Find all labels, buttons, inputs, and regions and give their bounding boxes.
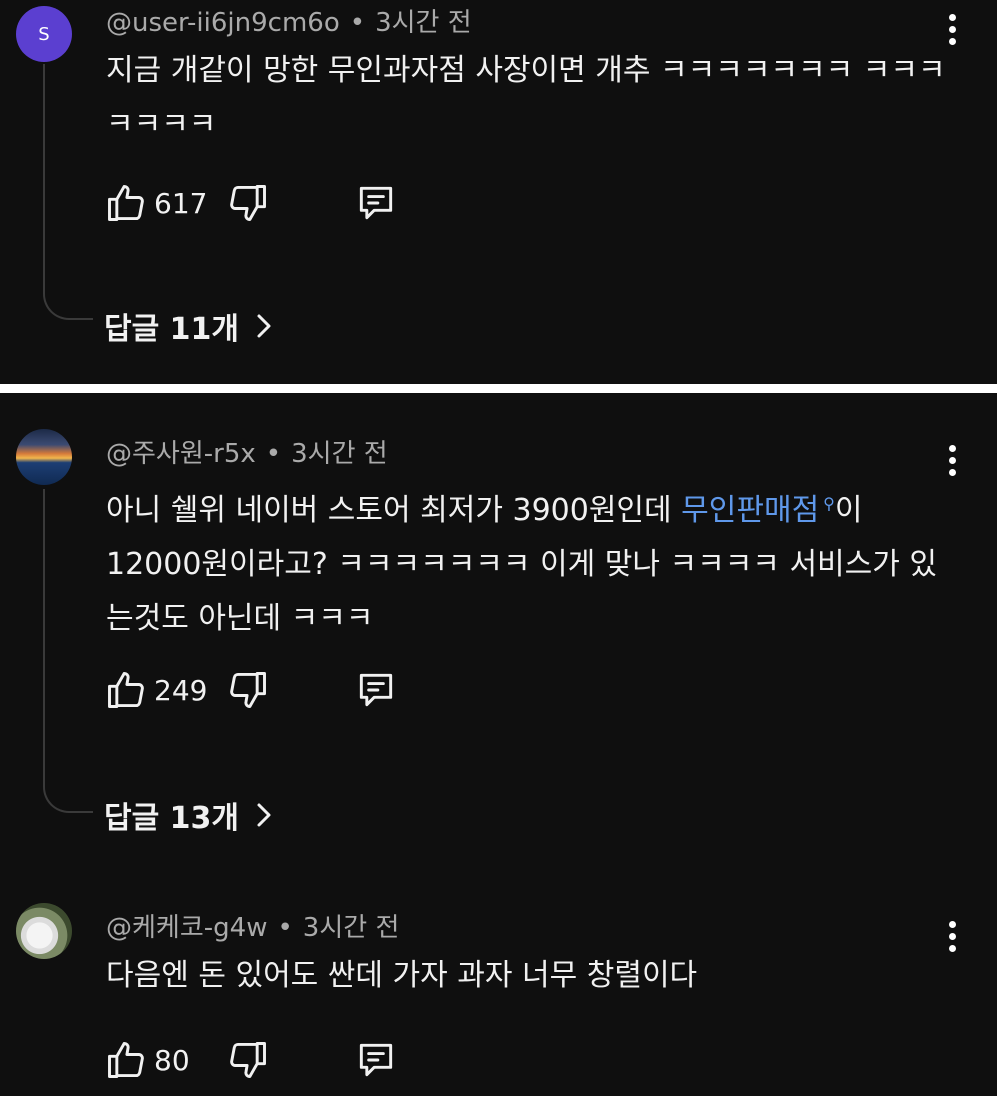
- comment-text-part: 아니 쉘위 네이버 스토어 최저가 3900원인데: [106, 493, 682, 528]
- comment-text: 다음엔 돈 있어도 싼데 가자 과자 너무 창렬이다: [106, 958, 698, 993]
- comment-timestamp: 3시간 전: [291, 439, 388, 469]
- avatar[interactable]: [16, 903, 72, 959]
- chevron-right-icon: [257, 314, 271, 338]
- comment-meta: @주사원-r5x • 3시간 전: [106, 433, 388, 470]
- view-replies-button[interactable]: 답글 13개: [104, 793, 275, 837]
- comment-actions: 249: [104, 665, 398, 715]
- comment-timestamp: 3시간 전: [375, 8, 472, 38]
- meta-separator: •: [277, 913, 293, 943]
- replies-label: 답글 13개: [104, 801, 239, 836]
- comment-meta: @케케코-g4w • 3시간 전: [106, 907, 399, 944]
- meta-separator: •: [349, 8, 366, 38]
- thumbs-up-icon[interactable]: [104, 181, 148, 225]
- comment-panel-1: S @user-ii6jn9cm6o • 3시간 전 지금 개같이 망한 무인과자점…: [0, 0, 997, 384]
- comment-icon[interactable]: [354, 668, 398, 712]
- thumbs-down-icon[interactable]: [226, 181, 270, 225]
- avatar[interactable]: S: [16, 6, 72, 62]
- comment-timestamp: 3시간 전: [302, 913, 400, 943]
- meta-separator: •: [265, 439, 282, 469]
- more-vertical-icon[interactable]: [947, 14, 957, 45]
- comment-actions: 617: [104, 178, 398, 228]
- thumbs-down-icon[interactable]: [226, 1038, 270, 1082]
- comment-author[interactable]: @user-ii6jn9cm6o: [106, 8, 340, 38]
- like-count: 249: [154, 673, 208, 707]
- avatar[interactable]: [16, 429, 72, 485]
- thread-line: [43, 64, 93, 320]
- comment-panel-2: @주사원-r5x • 3시간 전 아니 쉘위 네이버 스토어 최저가 3900원인데…: [0, 393, 997, 1096]
- thumbs-down-icon[interactable]: [226, 668, 270, 712]
- chevron-right-icon: [257, 803, 271, 827]
- thumbs-up-icon[interactable]: [104, 1038, 148, 1082]
- thread-line: [43, 489, 93, 813]
- comment-actions: 80: [104, 1035, 398, 1085]
- search-link[interactable]: 무인판매점: [681, 493, 819, 528]
- comment-author[interactable]: @주사원-r5x: [106, 439, 256, 469]
- comment-meta: @user-ii6jn9cm6o • 3시간 전: [106, 2, 472, 39]
- comment-author[interactable]: @케케코-g4w: [106, 913, 267, 943]
- like-count: 617: [154, 186, 208, 220]
- view-replies-button[interactable]: 답글 11개: [104, 304, 275, 348]
- like-count: 80: [154, 1043, 190, 1077]
- comment-text: 지금 개같이 망한 무인과자점 사장이면 개추 ㅋㅋㅋㅋㅋㅋㅋ ㅋㅋㅋㅋㅋㅋㅋ: [106, 53, 946, 142]
- thumbs-up-icon[interactable]: [104, 668, 148, 712]
- more-vertical-icon[interactable]: [947, 921, 957, 952]
- more-vertical-icon[interactable]: [947, 445, 957, 476]
- comment-icon[interactable]: [354, 181, 398, 225]
- search-icon[interactable]: ⚲: [823, 494, 835, 513]
- comment-icon[interactable]: [354, 1038, 398, 1082]
- avatar-letter: S: [38, 23, 50, 45]
- comment-text: 아니 쉘위 네이버 스토어 최저가 3900원인데 무인판매점 ⚲이 12000원…: [106, 477, 946, 646]
- replies-label: 답글 11개: [104, 312, 239, 347]
